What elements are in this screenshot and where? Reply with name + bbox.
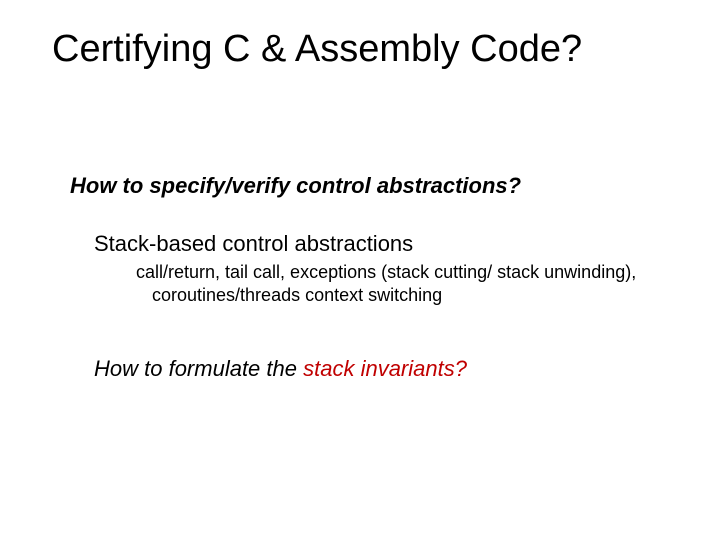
question-highlight: stack invariants	[303, 356, 455, 381]
slide: Certifying C & Assembly Code? How to spe…	[0, 0, 720, 540]
slide-title: Certifying C & Assembly Code?	[52, 28, 680, 71]
slide-subtitle: How to specify/verify control abstractio…	[70, 173, 680, 199]
question-prefix: How to formulate the	[94, 356, 303, 381]
bullet-point: Stack-based control abstractions	[94, 231, 680, 257]
question-suffix: ?	[455, 356, 467, 381]
slide-question: How to formulate the stack invariants?	[94, 356, 680, 382]
bullet-detail: call/return, tail call, exceptions (stac…	[136, 261, 680, 306]
